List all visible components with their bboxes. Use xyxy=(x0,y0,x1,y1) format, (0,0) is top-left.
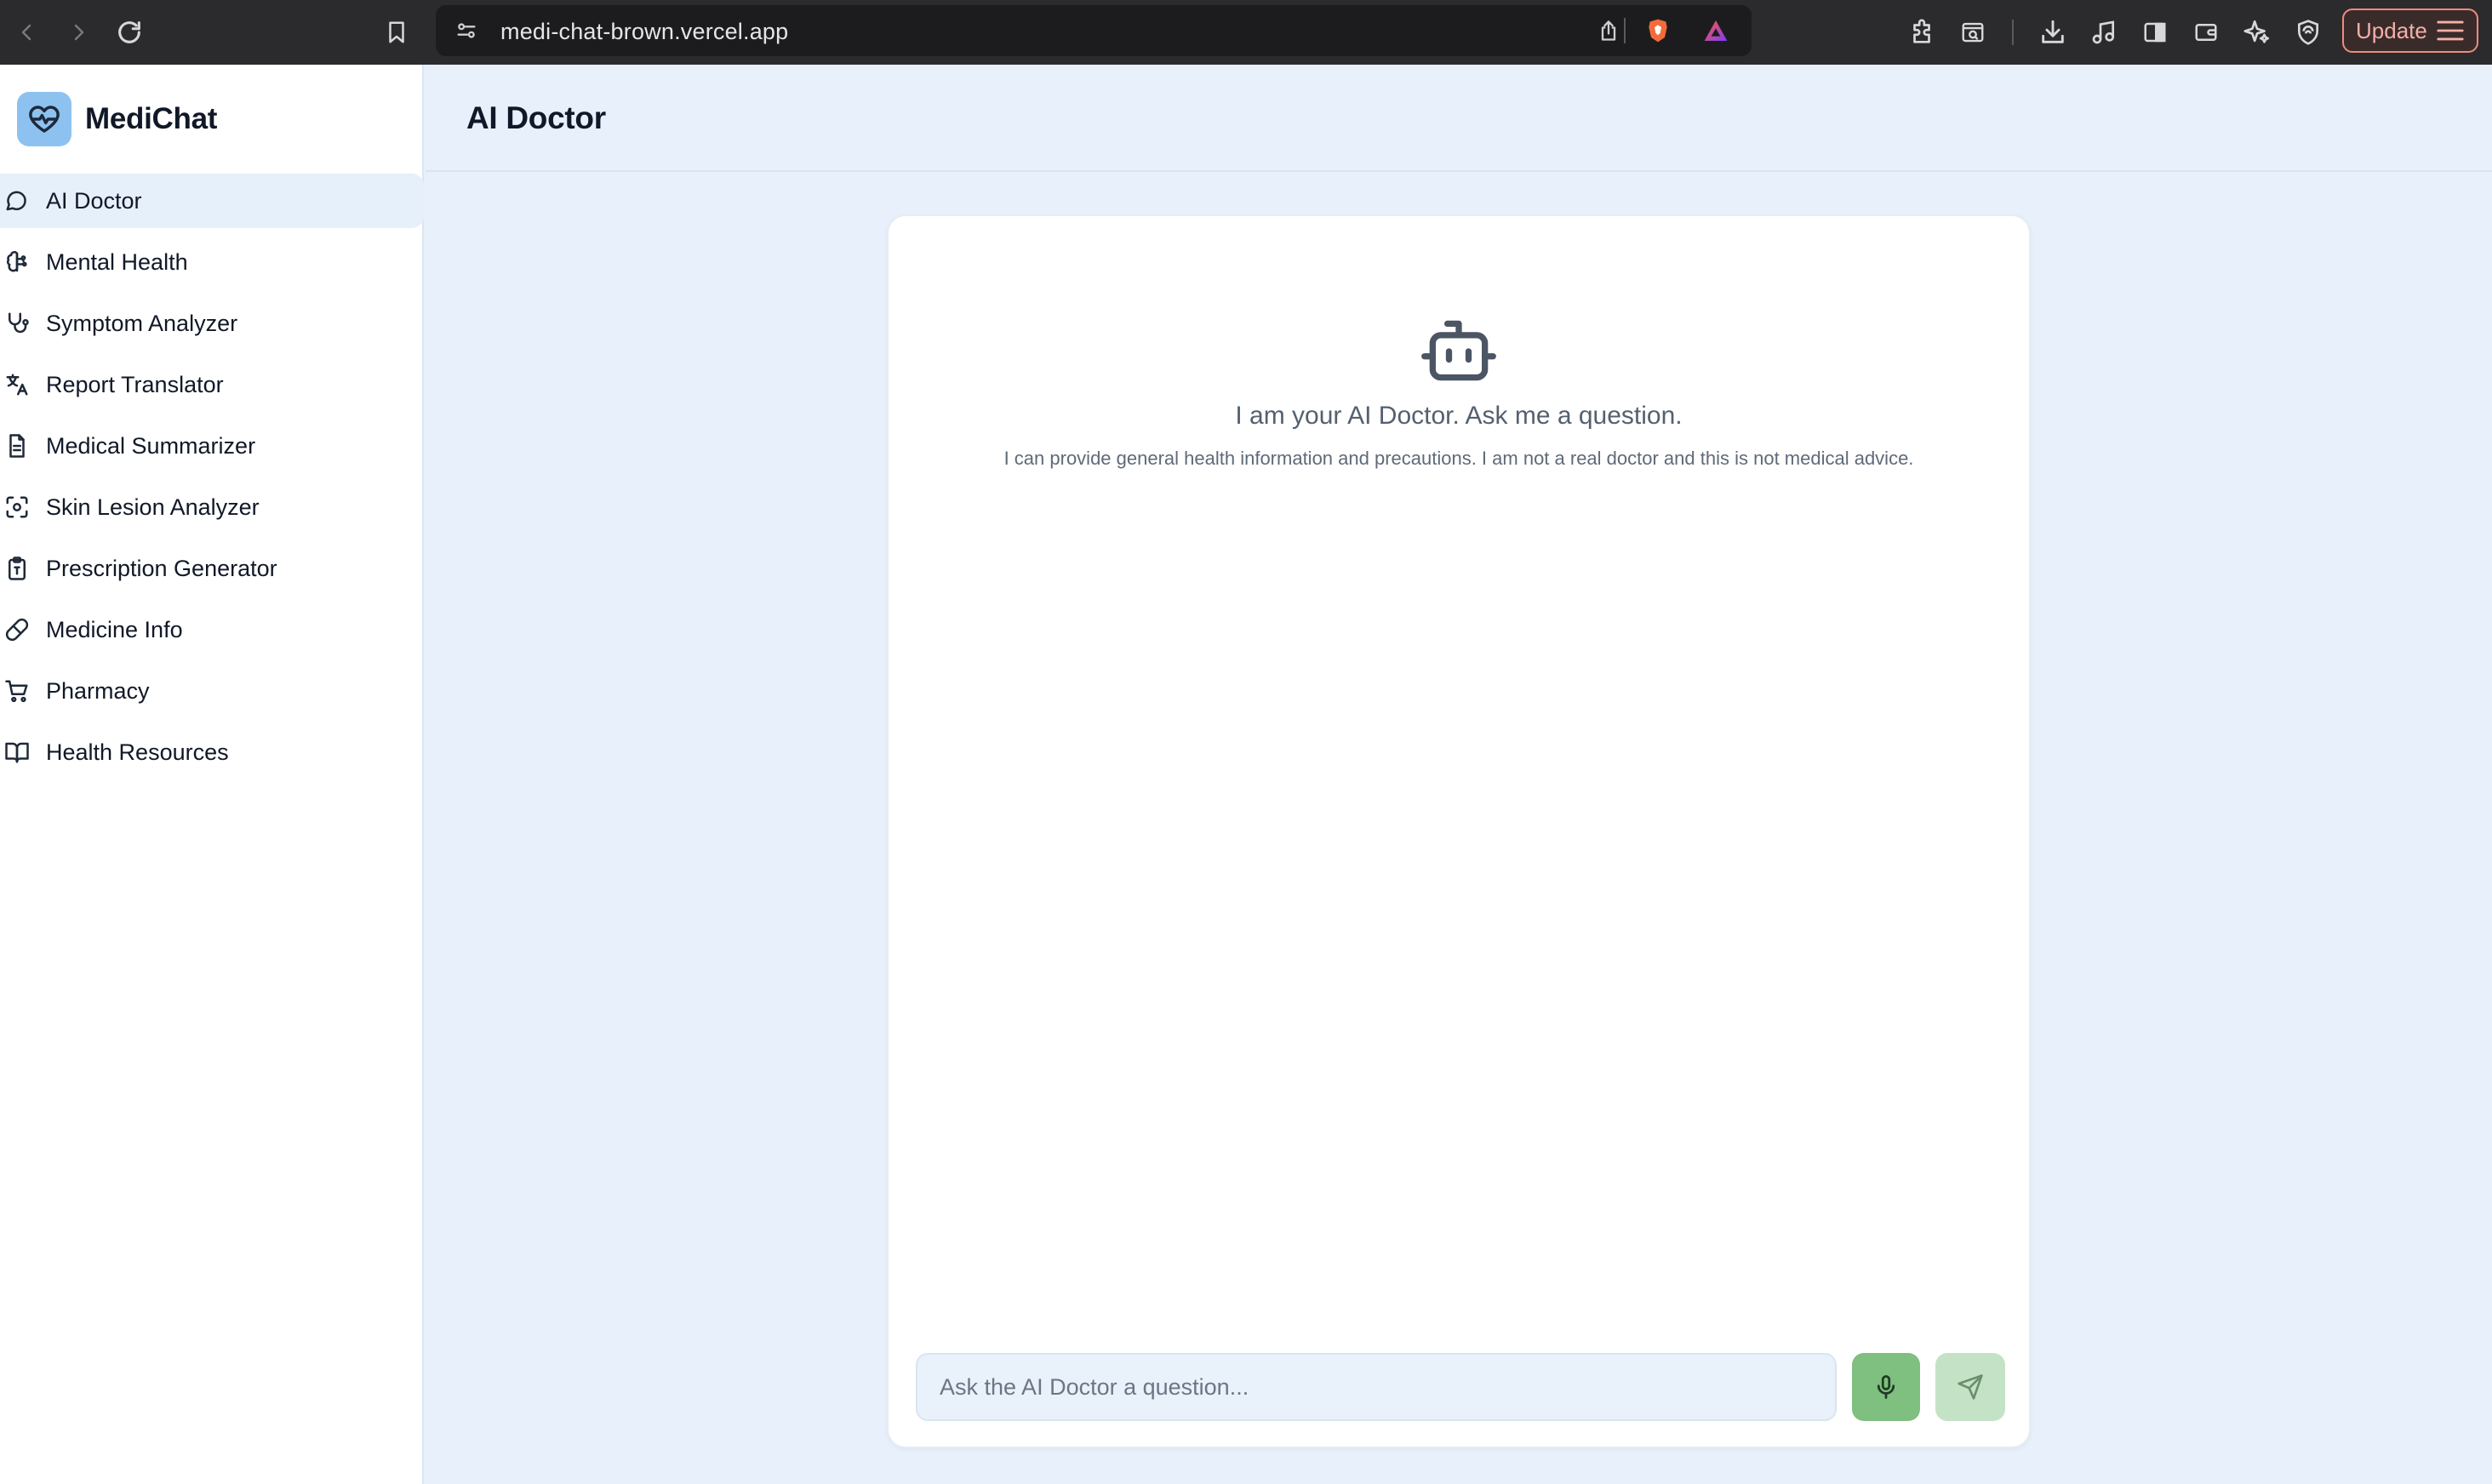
sidebar: MediChat AI Doctor Mental Health Symptom… xyxy=(0,65,424,1484)
sidebar-item-label: Pharmacy xyxy=(46,677,150,704)
bot-icon xyxy=(889,318,2029,385)
share-icon[interactable] xyxy=(1593,15,1624,46)
sidebar-nav: AI Doctor Mental Health Symptom Analyzer… xyxy=(0,174,424,786)
update-label: Update xyxy=(2356,17,2427,43)
media-icon[interactable] xyxy=(2083,12,2124,53)
empty-state-disclaimer: I can provide general health information… xyxy=(1003,448,1914,469)
update-button[interactable]: Update xyxy=(2342,9,2478,53)
sidebar-item-medicine-info[interactable]: Medicine Info xyxy=(0,602,424,657)
heart-pulse-logo-icon xyxy=(17,92,71,146)
menu-icon xyxy=(2437,20,2464,41)
browser-toolbar: medi-chat-brown.vercel.app Update xyxy=(0,0,2492,65)
scan-face-icon xyxy=(3,494,31,521)
chat-input[interactable] xyxy=(916,1353,1837,1421)
address-bar[interactable]: medi-chat-brown.vercel.app xyxy=(436,5,1752,56)
bookmark-icon[interactable] xyxy=(376,12,417,53)
page-title: AI Doctor xyxy=(466,100,606,135)
empty-state-title: I am your AI Doctor. Ask me a question. xyxy=(1235,402,1683,430)
sidebar-item-label: Medical Summarizer xyxy=(46,432,256,459)
divider xyxy=(1624,18,1626,43)
sidebar-item-label: Mental Health xyxy=(46,248,188,275)
back-icon[interactable] xyxy=(7,12,48,53)
voice-input-button[interactable] xyxy=(1852,1353,1920,1421)
leo-icon[interactable] xyxy=(2237,12,2278,53)
sidebar-item-report-translator[interactable]: Report Translator xyxy=(0,357,424,412)
sidebar-item-label: Prescription Generator xyxy=(46,555,277,581)
brand[interactable]: MediChat xyxy=(17,92,217,146)
chat-panel: I am your AI Doctor. Ask me a question. … xyxy=(887,214,2031,1448)
sidebar-item-label: Skin Lesion Analyzer xyxy=(46,494,260,520)
sidebar-item-label: AI Doctor xyxy=(46,187,142,214)
book-icon xyxy=(3,739,31,766)
sidebar-item-label: Health Resources xyxy=(46,739,229,765)
brain-icon xyxy=(3,248,31,276)
sidebar-icon[interactable] xyxy=(2135,12,2175,53)
divider xyxy=(2012,20,2014,45)
sidebar-item-ai-doctor[interactable]: AI Doctor xyxy=(0,174,424,228)
reload-icon[interactable] xyxy=(109,12,150,53)
sidebar-item-pharmacy[interactable]: Pharmacy xyxy=(0,664,424,718)
clipboard-icon xyxy=(3,555,31,582)
downloads-icon[interactable] xyxy=(2032,12,2073,53)
chat-composer xyxy=(916,1353,2005,1421)
brave-rewards-icon[interactable] xyxy=(1700,15,1731,46)
brand-name: MediChat xyxy=(85,102,218,135)
sidebar-item-label: Medicine Info xyxy=(46,616,183,642)
sidebar-item-symptom-analyzer[interactable]: Symptom Analyzer xyxy=(0,296,424,351)
url-text[interactable]: medi-chat-brown.vercel.app xyxy=(500,19,788,45)
forward-icon[interactable] xyxy=(58,12,99,53)
chat-bubble-icon xyxy=(3,187,31,214)
page-header: AI Doctor xyxy=(426,65,2492,172)
microphone-icon xyxy=(1877,1375,1895,1399)
brave-shields-icon[interactable] xyxy=(1643,15,1673,46)
wallet-icon[interactable] xyxy=(2186,12,2226,53)
send-icon xyxy=(1958,1374,1983,1400)
sidebar-item-mental-health[interactable]: Mental Health xyxy=(0,235,424,289)
empty-state: I am your AI Doctor. Ask me a question. … xyxy=(889,318,2029,470)
sidebar-item-health-resources[interactable]: Health Resources xyxy=(0,725,424,779)
cart-icon xyxy=(3,677,31,705)
extensions-icon[interactable] xyxy=(1901,12,1942,53)
translate-icon xyxy=(3,371,31,398)
site-settings-icon[interactable] xyxy=(451,15,482,46)
stethoscope-icon xyxy=(3,310,31,337)
send-button[interactable] xyxy=(1935,1353,2005,1421)
vpn-icon[interactable] xyxy=(2288,12,2329,53)
sidebar-item-prescription-generator[interactable]: Prescription Generator xyxy=(0,541,424,596)
pill-icon xyxy=(3,616,31,643)
document-icon xyxy=(3,432,31,459)
sidebar-item-skin-lesion-analyzer[interactable]: Skin Lesion Analyzer xyxy=(0,480,424,534)
sidebar-item-medical-summarizer[interactable]: Medical Summarizer xyxy=(0,419,424,473)
search-tab-icon[interactable] xyxy=(1952,12,1993,53)
sidebar-item-label: Report Translator xyxy=(46,371,224,397)
sidebar-item-label: Symptom Analyzer xyxy=(46,310,238,336)
